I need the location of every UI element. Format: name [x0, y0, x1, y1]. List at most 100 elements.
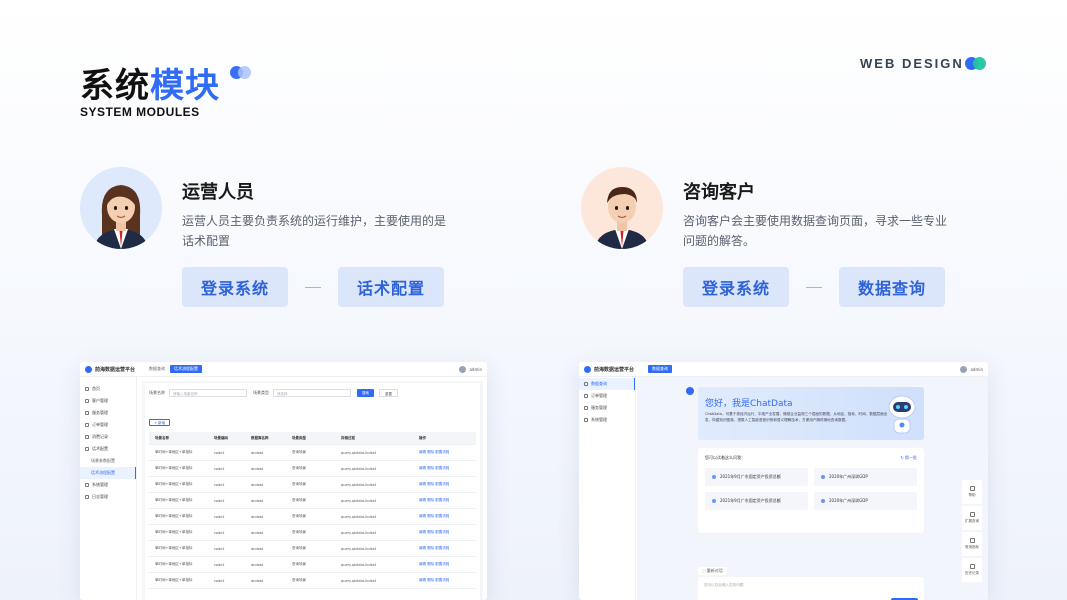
suggestion-header: 您可以试着这么问我： — [705, 455, 745, 460]
persona-operator-desc: 运营人员主要负责系统的运行维护，主要使用的是话术配置 — [182, 214, 447, 248]
table-cell: query.qhdata.indext — [341, 562, 377, 567]
greeting-intro: ChatData，可基于现经济运行、中观产业发展、微观企业监测三个层面的数据，从… — [705, 412, 888, 422]
table-cell: qhdata — [251, 530, 264, 535]
user-menu[interactable]: admin — [459, 365, 482, 373]
sidebar-item-scene-params[interactable]: 场景参数配置 — [80, 455, 136, 467]
filter-label-scene-name: 场景名称 — [149, 390, 165, 395]
table-cell: qhdata — [251, 450, 264, 455]
sidebar-item-script-config[interactable]: 话术配置 — [80, 443, 136, 455]
order-icon — [85, 423, 89, 427]
user-name: admin — [469, 366, 482, 372]
table-cell: 单时间+单地区+单指标 — [155, 562, 193, 566]
sidebar-item-label: 话术配置 — [92, 446, 108, 451]
chat-input-placeholder: 您可以在此输入您的问题 — [704, 583, 744, 587]
extended-query-tool[interactable]: 扩展查询 — [962, 506, 982, 530]
sidebar-item-script-flow[interactable]: 话术流程配置 — [80, 467, 136, 479]
operator-login-button[interactable]: 登录系统 — [182, 267, 288, 307]
user-icon — [85, 399, 89, 403]
user-name: admin — [970, 366, 983, 372]
page-title: 系统模块 — [80, 58, 254, 107]
history-tool[interactable]: 历史记录 — [962, 558, 982, 582]
row-actions[interactable]: 编辑 删除 配置流程 — [419, 514, 469, 519]
sidebar-item-services[interactable]: 服务管理 — [80, 407, 136, 419]
system-icon — [584, 418, 588, 422]
sidebar-item-home[interactable]: 首页 — [80, 383, 136, 395]
metrics-icon — [969, 538, 975, 543]
common-metrics-tool[interactable]: 常用指标 — [962, 532, 982, 556]
sidebar-item-services[interactable]: 服务管理 — [579, 402, 635, 414]
row-actions[interactable]: 编辑 删除 配置流程 — [419, 482, 469, 487]
table-cell: qhdata — [251, 482, 264, 487]
tag-dots-decoration — [965, 57, 989, 70]
tab-script-flow[interactable]: 话术流程配置 — [170, 365, 203, 373]
row-actions[interactable]: 编辑 删除 配置流程 — [419, 450, 469, 455]
sidebar-item-data-query[interactable]: 数据查询 — [579, 378, 635, 390]
add-button[interactable]: + 新增 — [149, 419, 171, 426]
chat-input-box[interactable]: 您可以在此输入您的问题 发送 ➤ — [698, 577, 924, 600]
help-tool[interactable]: 帮助 — [962, 480, 982, 504]
row-actions[interactable]: 编辑 删除 配置流程 — [419, 466, 469, 471]
sidebar-item-consumption[interactable]: 消费记录 — [80, 431, 136, 443]
table-cell: query.qhdata.indext — [341, 530, 377, 535]
title-dots-decoration — [230, 65, 254, 82]
reset-button[interactable]: 重置 — [379, 389, 398, 397]
scene-type-select[interactable]: 请选择 — [273, 389, 351, 397]
row-actions[interactable]: 编辑 删除 配置流程 — [419, 546, 469, 551]
suggested-question[interactable]: 2020年广州深圳GDP — [814, 468, 917, 486]
sidebar-item-system[interactable]: 系统管理 — [579, 414, 635, 426]
sidebar-item-customers[interactable]: 客户管理 — [80, 395, 136, 407]
search-button[interactable]: 搜索 — [357, 389, 374, 397]
script-config-button[interactable]: 话术配置 — [338, 267, 444, 307]
table-cell: query.qhdata.indext — [341, 466, 377, 471]
table-cell: code1 — [214, 482, 225, 487]
customer-login-button[interactable]: 登录系统 — [683, 267, 789, 307]
tab-data-query[interactable]: 数据查询 — [149, 366, 165, 372]
table-cell: code1 — [214, 562, 225, 567]
tool-rail: 帮助 扩展查询 常用指标 历史记录 — [962, 480, 982, 584]
sidebar-item-system[interactable]: 系统管理 — [80, 479, 136, 491]
chat-main: 您好，我是ChatData ChatData，可基于现经济运行、中观产业发展、微… — [637, 377, 988, 600]
bullet-icon — [712, 499, 716, 503]
row-actions[interactable]: 编辑 删除 配置流程 — [419, 498, 469, 503]
table-row: 单时间+单地区+单指标 code1 qhdata 查询场景 query.qhdata.i… — [149, 573, 476, 589]
table-cell: qhdata — [251, 514, 264, 519]
table-row: 单时间+单地区+单指标 code1 qhdata 查询场景 query.qhdata.i… — [149, 541, 476, 557]
scene-name-input[interactable]: 请输入场景名称 — [169, 389, 247, 397]
row-actions[interactable]: 编辑 删除 配置流程 — [419, 562, 469, 567]
table-header: 场景名称 场景编码 数据库名称 场景类型 存储过程 操作 — [149, 432, 476, 445]
new-chat-button[interactable]: ◌ 重新对话 — [698, 567, 727, 575]
sidebar-item-logs[interactable]: 日志管理 — [80, 491, 136, 503]
suggested-question[interactable]: 2021年9月广东固定资产投资总额 — [705, 492, 808, 510]
admin-panel: 场景名称 请输入场景名称 场景类型 请选择 搜索 重置 + 新增 场景名称 场景… — [145, 383, 480, 600]
row-actions[interactable]: 编辑 删除 配置流程 — [419, 530, 469, 535]
table-cell: 单时间+单地区+单指标 — [155, 466, 193, 470]
refresh-suggestions-button[interactable]: ↻ 换一批 — [900, 455, 917, 461]
bullet-icon — [821, 475, 825, 479]
table-cell: qhdata — [251, 498, 264, 503]
persona-customer-title: 咨询客户 — [683, 182, 755, 203]
logo-icon — [85, 365, 92, 373]
data-query-button[interactable]: 数据查询 — [839, 267, 945, 307]
row-actions[interactable]: 编辑 删除 配置流程 — [419, 578, 469, 583]
table-cell: query.qhdata.indext — [341, 450, 377, 455]
table-cell: 单时间+单地区+单指标 — [155, 578, 193, 582]
table-row: 单时间+单地区+单指标 code1 qhdata 查询场景 query.qhdata.i… — [149, 461, 476, 477]
table-row: 单时间+单地区+单指标 code1 qhdata 查询场景 query.qhdata.i… — [149, 557, 476, 573]
tab-data-query[interactable]: 数据查询 — [648, 365, 673, 373]
admin-brand: 前海数据运营平台 — [95, 366, 136, 373]
suggested-question[interactable]: 2020年广州深圳GDP — [814, 492, 917, 510]
bot-avatar-icon — [686, 387, 694, 395]
table-cell: 单时间+单地区+单指标 — [155, 498, 193, 502]
table-cell: 查询场景 — [292, 482, 306, 486]
table-cell: 查询场景 — [292, 466, 306, 470]
user-menu[interactable]: admin — [960, 365, 983, 373]
suggested-question[interactable]: 2021年9月广东固定资产投资总额 — [705, 468, 808, 486]
sidebar-item-label: 场景参数配置 — [91, 458, 115, 463]
table-cell: query.qhdata.indext — [341, 514, 377, 519]
table-cell: code1 — [214, 578, 225, 583]
sidebar-item-orders[interactable]: 订单管理 — [80, 419, 136, 431]
chat-screenshot: 前海数据运营平台 数据查询 admin 数据查询 订单管理 服务管理 系统管理 … — [579, 362, 988, 600]
config-icon — [85, 447, 89, 451]
home-icon — [85, 387, 89, 391]
sidebar-item-orders[interactable]: 订单管理 — [579, 390, 635, 402]
